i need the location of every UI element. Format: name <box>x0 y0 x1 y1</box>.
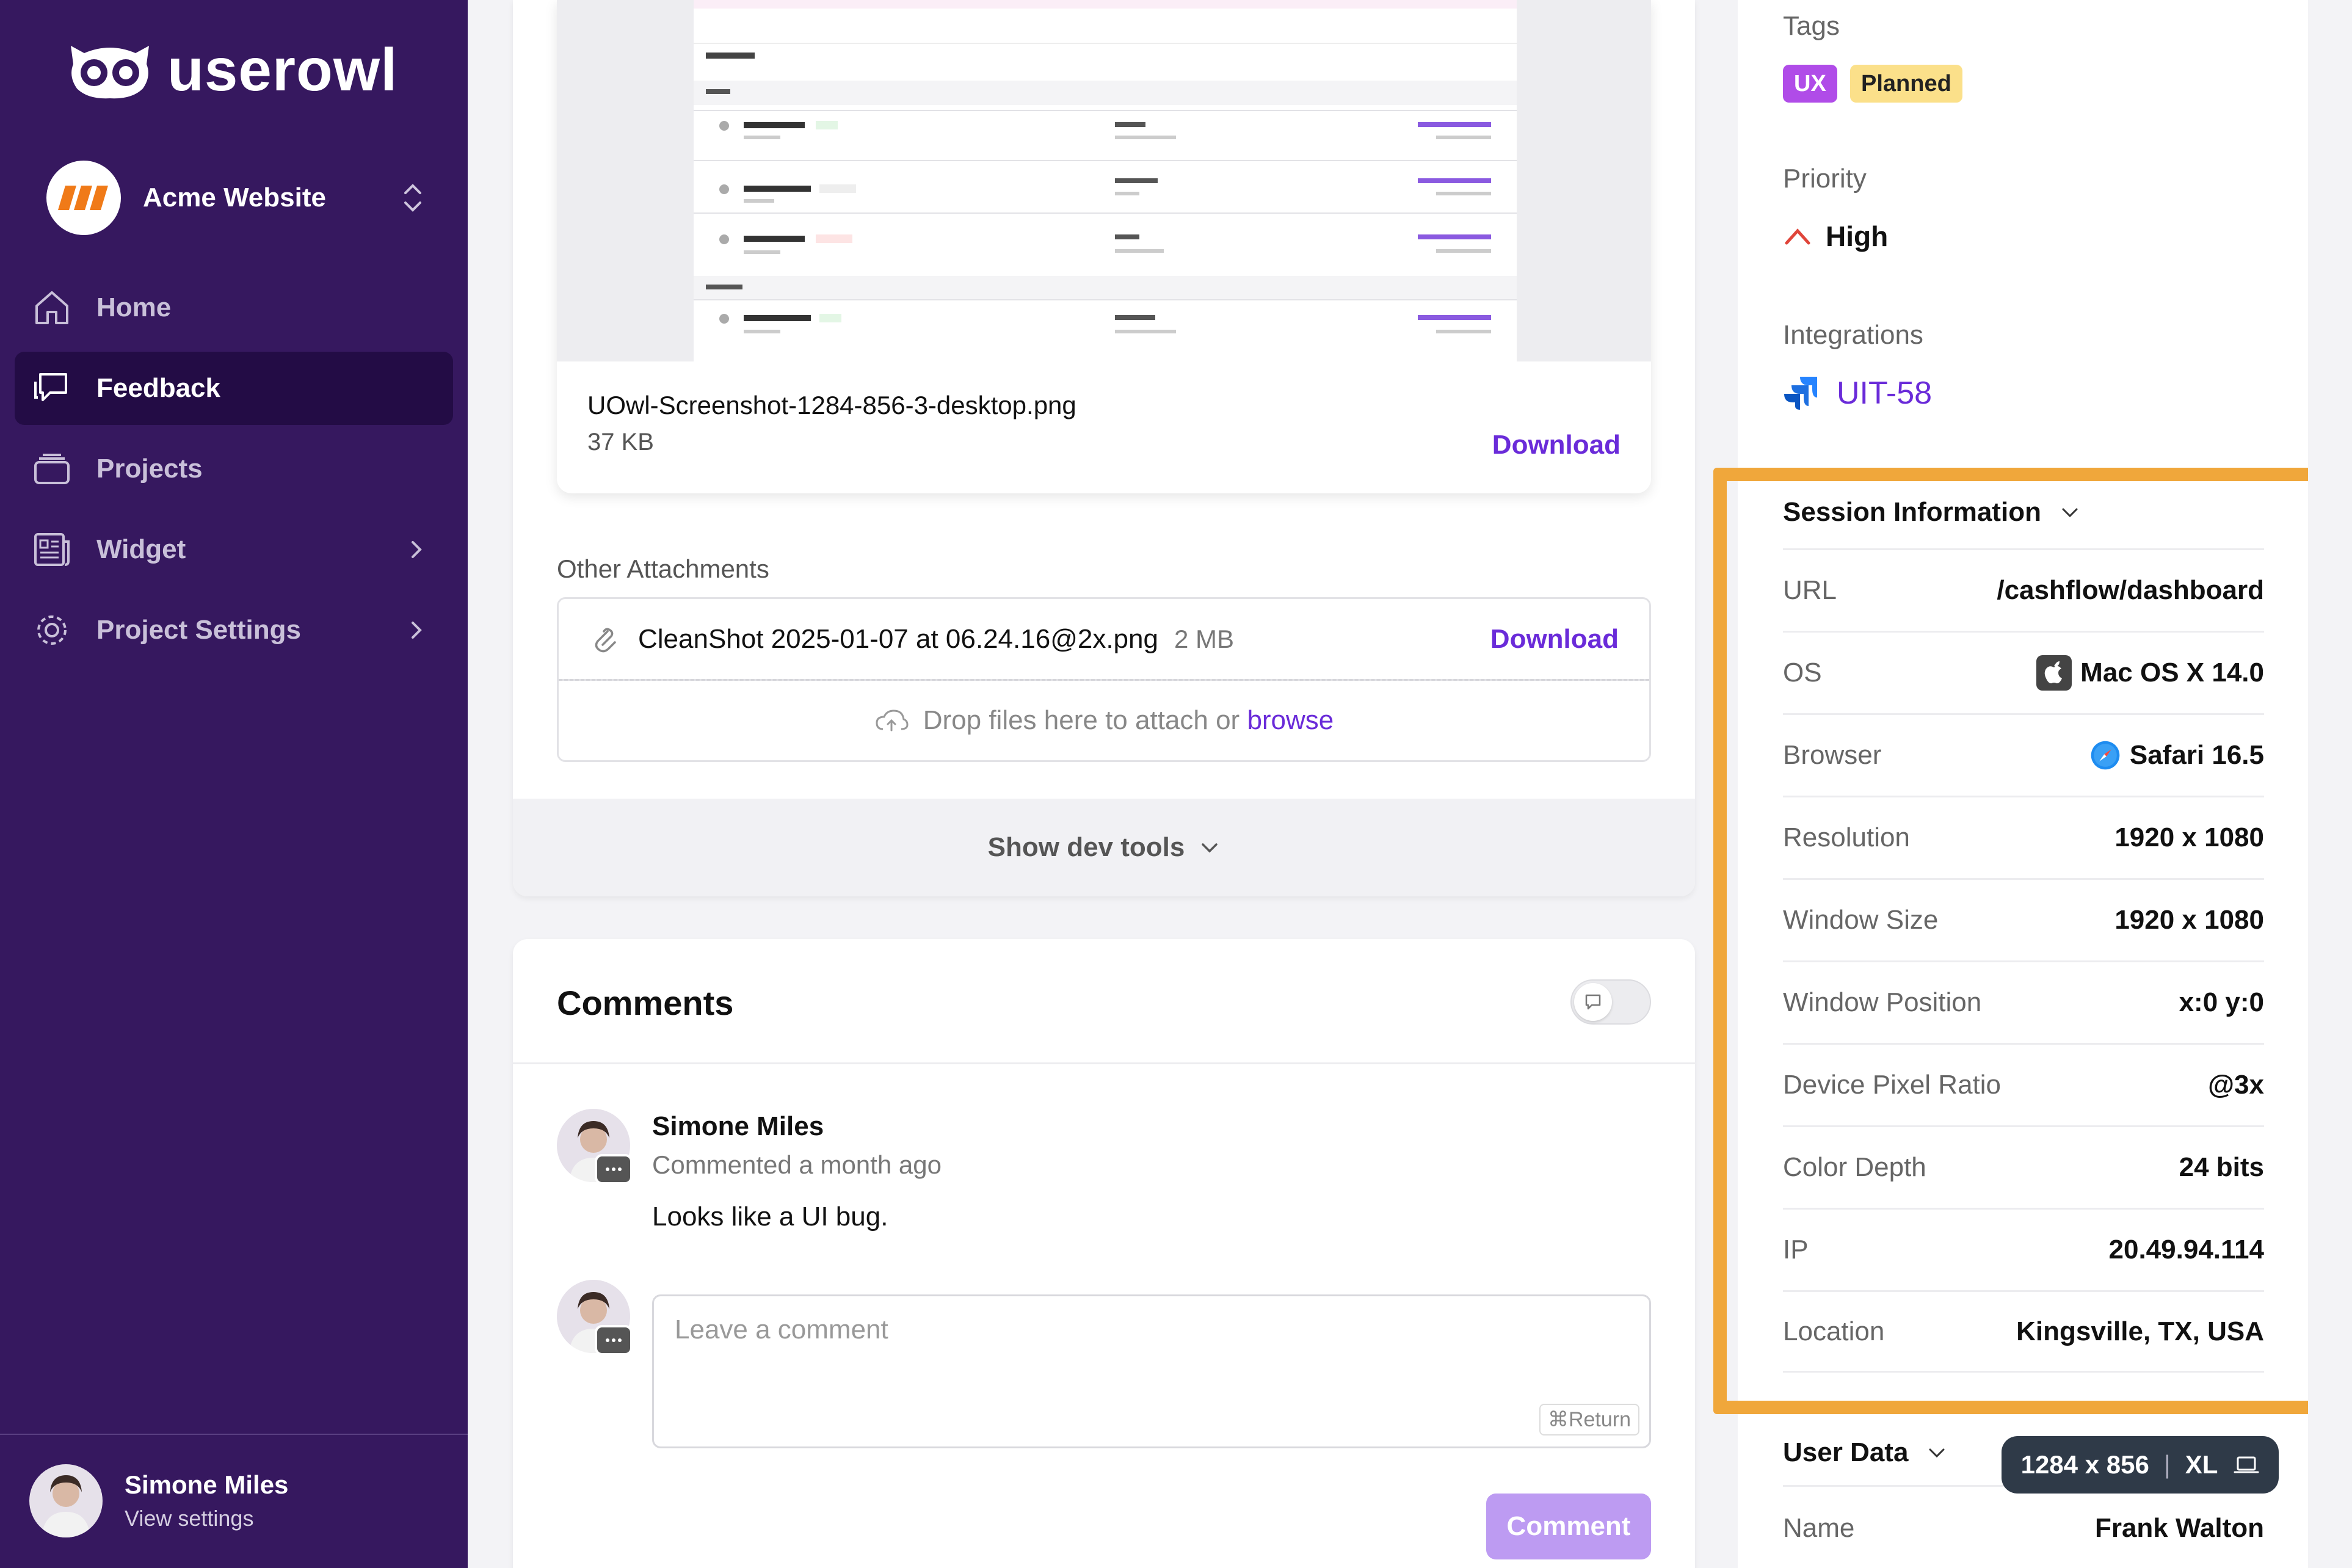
screenshot-attachment[interactable]: UOwl-Screenshot-1284-856-3-desktop.png 3… <box>557 0 1651 493</box>
logo-text: userowl <box>167 36 398 103</box>
comment-body: Looks like a UI bug. <box>652 1202 888 1232</box>
chevron-up-down-icon <box>404 184 421 212</box>
user-name: Simone Miles <box>125 1470 289 1499</box>
newspaper-icon <box>34 533 70 566</box>
browse-link[interactable]: browse <box>1247 705 1334 736</box>
project-switcher[interactable]: Acme Website <box>46 160 425 236</box>
user-settings[interactable]: Simone Miles View settings <box>29 1464 288 1537</box>
jira-icon <box>1784 377 1817 410</box>
chevron-down-icon <box>1202 843 1218 853</box>
viewport-size-badge: 1284 x 856 | XL <box>2002 1436 2279 1494</box>
attachment-filesize: 2 MB <box>1174 624 1234 653</box>
screenshot-filename: UOwl-Screenshot-1284-856-3-desktop.png <box>587 391 1076 419</box>
screenshot-preview-image <box>694 0 1517 361</box>
project-name: Acme Website <box>143 183 326 212</box>
show-dev-tools-button[interactable]: Show dev tools <box>513 799 1695 896</box>
priority-label: Priority <box>1783 164 1867 194</box>
screenshot-preview[interactable] <box>557 0 1651 361</box>
laptop-icon <box>2234 1456 2259 1473</box>
speech-bubble-icon <box>1585 994 1601 1010</box>
sidebar-item-label: Feedback <box>96 373 220 403</box>
comment-avatar <box>557 1109 633 1185</box>
other-attachments-label: Other Attachments <box>557 554 769 583</box>
viewport-breakpoint: XL <box>2185 1450 2218 1479</box>
logo[interactable]: userowl <box>66 35 397 104</box>
tag-ux[interactable]: UX <box>1783 65 1837 103</box>
priority-value[interactable]: High <box>1783 220 1888 253</box>
comments-card: Comments Simone Miles Commented a month … <box>513 939 1695 1568</box>
cloud-upload-icon <box>876 709 909 731</box>
sidebar-item-home[interactable]: Home <box>15 271 453 344</box>
folder-icon <box>34 454 70 484</box>
stripes-logo-icon <box>58 186 108 210</box>
sidebar-item-projects[interactable]: Projects <box>15 432 453 506</box>
sidebar: userowl Acme Website Home Feedback Proje… <box>0 0 468 1568</box>
sidebar-nav: Home Feedback Projects Widget Project Se… <box>15 271 453 674</box>
user-data-title: User Data <box>1783 1437 1909 1467</box>
view-settings-link[interactable]: View settings <box>125 1506 288 1531</box>
drop-zone[interactable]: Drop files here to attach or browse <box>559 679 1649 760</box>
drop-zone-text: Drop files here to attach or <box>923 705 1240 735</box>
sidebar-item-label: Project Settings <box>96 615 301 645</box>
sidebar-item-label: Widget <box>96 534 186 564</box>
gear-icon <box>37 615 67 645</box>
sidebar-item-feedback[interactable]: Feedback <box>15 352 453 425</box>
screenshot-download-link[interactable]: Download <box>1492 430 1621 460</box>
tag-planned[interactable]: Planned <box>1850 65 1962 103</box>
sidebar-item-project-settings[interactable]: Project Settings <box>15 593 453 667</box>
home-icon <box>35 291 68 324</box>
project-avatar <box>46 161 121 235</box>
attachment-filename: CleanShot 2025-01-07 at 06.24.16@2x.png <box>638 623 1158 654</box>
page-background-edge <box>2308 0 2352 1568</box>
chevron-up-icon <box>1785 228 1810 245</box>
comments-title: Comments <box>557 984 734 1022</box>
integrations-label: Integrations <box>1783 320 1923 350</box>
toggle-knob <box>1574 983 1612 1021</box>
submit-shortcut-hint: ⌘Return <box>1539 1404 1639 1436</box>
comment-author: Simone Miles <box>652 1111 824 1141</box>
user-data-toggle[interactable]: User Data <box>1783 1437 1947 1468</box>
user-data-name-key: Name <box>1783 1513 1855 1543</box>
user-data-name-value: Frank Walton <box>2094 1513 2264 1543</box>
chat-icon <box>34 373 67 401</box>
tags-label: Tags <box>1783 11 1840 41</box>
comment-badge-icon <box>595 1154 633 1185</box>
viewport-size: 1284 x 856 <box>2020 1450 2149 1479</box>
chevron-right-icon <box>412 622 422 639</box>
comment-input[interactable]: Leave a comment ⌘Return <box>652 1294 1651 1448</box>
priority-text: High <box>1826 220 1889 252</box>
composer-avatar <box>557 1280 633 1356</box>
comment-input-placeholder: Leave a comment <box>675 1315 888 1345</box>
other-attachments-box: CleanShot 2025-01-07 at 06.24.16@2x.png … <box>557 597 1651 762</box>
attachment-download-link[interactable]: Download <box>1490 624 1619 655</box>
comments-visibility-toggle[interactable] <box>1570 979 1651 1025</box>
screenshot-filesize: 37 KB <box>587 429 654 456</box>
integration-link[interactable]: UIT-58 <box>1783 375 1932 412</box>
session-info-highlight <box>1713 468 2336 1414</box>
chevron-down-icon <box>1929 1448 1945 1458</box>
owl-logo-icon <box>71 45 149 98</box>
avatar <box>29 1464 103 1537</box>
comment-submit-button[interactable]: Comment <box>1486 1494 1651 1559</box>
chevron-right-icon <box>412 541 422 558</box>
comment-badge-icon <box>595 1325 633 1356</box>
sidebar-item-label: Home <box>96 292 172 322</box>
integration-id: UIT-58 <box>1837 376 1933 411</box>
sidebar-item-label: Projects <box>96 454 203 484</box>
sidebar-divider <box>0 1434 468 1435</box>
paperclip-icon <box>595 628 616 652</box>
comment-timestamp: Commented a month ago <box>652 1150 942 1179</box>
attachments-card: UOwl-Screenshot-1284-856-3-desktop.png 3… <box>513 0 1695 896</box>
sidebar-item-widget[interactable]: Widget <box>15 513 453 586</box>
badge-separator: | <box>2163 1450 2171 1479</box>
attachment-row: CleanShot 2025-01-07 at 06.24.16@2x.png … <box>559 599 1649 681</box>
dev-tools-label: Show dev tools <box>987 832 1185 862</box>
comments-divider <box>513 1062 1695 1064</box>
